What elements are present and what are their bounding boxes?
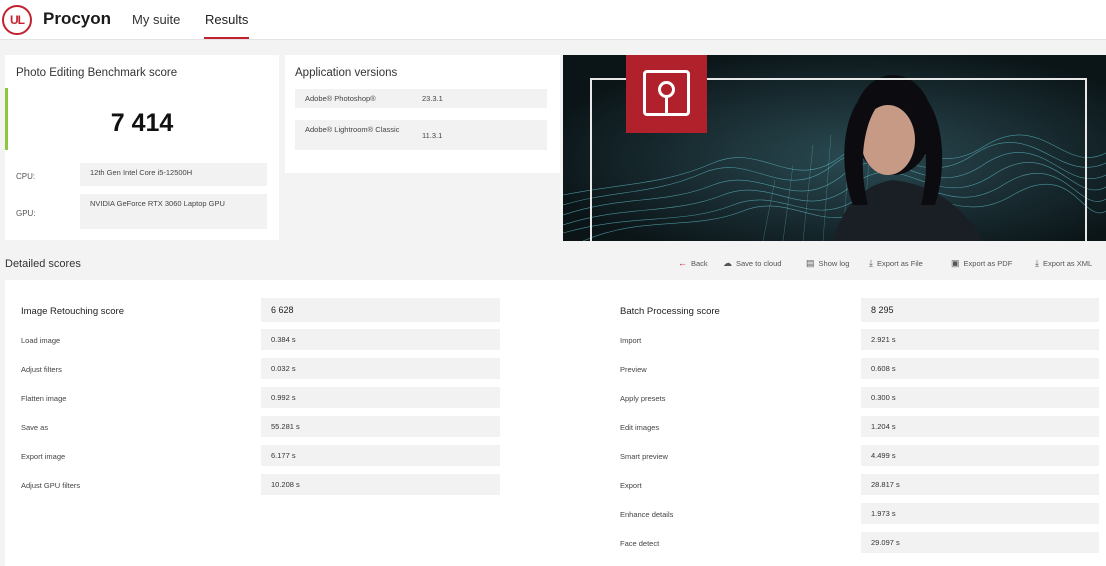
ul-logo[interactable]: UL <box>2 5 32 35</box>
gpu-value: NVIDIA GeForce RTX 3060 Laptop GPU <box>80 194 267 229</box>
detailed-scores-title: Detailed scores <box>5 258 81 270</box>
list-item-label: Flatten image <box>21 394 67 403</box>
tab-my-suite-label: My suite <box>132 12 181 27</box>
list-item-value: 1.973 s <box>861 503 1099 524</box>
benchmark-score-value: 7 414 <box>110 109 174 137</box>
photo-editing-badge-icon <box>626 55 707 133</box>
photo-editing-banner-image <box>563 55 1106 241</box>
list-item-label: Preview <box>620 365 647 374</box>
list-item-label: Save as <box>21 423 49 432</box>
app-name: Adobe® Photoshop® <box>305 94 376 103</box>
save-disk-icon: ▣ <box>951 258 960 268</box>
list-item-value: 0.032 s <box>261 358 500 379</box>
application-versions-card: Application versions Adobe® Photoshop® 2… <box>285 55 560 173</box>
app-title: Procyon <box>43 9 112 28</box>
image-retouching-score-label: Image Retouching score <box>21 306 124 317</box>
list-item-label: Export <box>620 481 642 490</box>
download-icon: ⤓ <box>869 258 873 268</box>
back-label: Back <box>691 258 708 268</box>
list-item-label: Enhance details <box>620 510 674 519</box>
back-button[interactable]: ← Back <box>678 258 708 268</box>
show-log-button[interactable]: ▤ Show log <box>806 258 849 269</box>
gpu-label: GPU: <box>16 209 36 218</box>
export-pdf-label: Export as PDF <box>963 259 1013 268</box>
app-row-photoshop: Adobe® Photoshop® 23.3.1 <box>295 89 547 108</box>
export-file-label: Export as File <box>876 259 923 268</box>
list-item-value: 0.608 s <box>861 358 1099 379</box>
list-item-value: 10.208 s <box>261 474 500 495</box>
list-item-value: 0.300 s <box>861 387 1099 408</box>
benchmark-score-card: Photo Editing Benchmark score 7 414 CPU:… <box>5 55 279 240</box>
list-item-value: 29.097 s <box>861 532 1099 553</box>
list-item-label: Apply presets <box>620 394 666 403</box>
save-to-cloud-button[interactable]: ☁ Save to cloud <box>723 258 781 269</box>
list-item-label: Load image <box>21 336 61 345</box>
list-item-label: Adjust GPU filters <box>21 481 81 490</box>
app-version: 23.3.1 <box>422 94 443 103</box>
tab-my-suite[interactable]: My suite <box>132 12 180 27</box>
list-item-value: 55.281 s <box>261 416 500 437</box>
application-versions-title: Application versions <box>295 67 398 79</box>
detailed-scores-panel: Image Retouching score 6 628 Load image … <box>5 280 1106 566</box>
show-log-label: Show log <box>818 259 850 268</box>
batch-processing-score-label: Batch Processing score <box>620 306 720 317</box>
export-file-button[interactable]: ⤓ Export as File <box>869 258 923 269</box>
active-tab-underline <box>204 37 250 39</box>
list-item-label: Adjust filters <box>21 365 62 374</box>
export-xml-label: Export as XML <box>1042 259 1093 268</box>
list-item-value: 28.817 s <box>861 474 1099 495</box>
cloud-icon: ☁ <box>723 258 732 268</box>
image-retouching-score-value: 6 628 <box>261 298 500 322</box>
batch-processing-score-value: 8 295 <box>861 298 1099 322</box>
list-item-value: 4.499 s <box>861 445 1099 466</box>
app-name: Adobe® Lightroom® Classic <box>305 125 400 134</box>
app-version: 11.3.1 <box>422 131 443 140</box>
list-item-label: Import <box>620 336 642 345</box>
save-to-cloud-label: Save to cloud <box>736 259 782 268</box>
list-item-label: Export image <box>21 452 66 461</box>
list-item-value: 1.204 s <box>861 416 1099 437</box>
tab-results[interactable]: Results <box>204 12 250 39</box>
download-icon: ⤓ <box>1035 258 1039 268</box>
top-navigation-bar: UL Procyon My suite Results <box>0 0 1106 40</box>
list-item-label: Edit images <box>620 423 660 432</box>
export-xml-button[interactable]: ⤓ Export as XML <box>1035 258 1092 269</box>
cpu-value: 12th Gen Intel Core i5-12500H <box>80 163 267 186</box>
list-item-label: Smart preview <box>620 452 668 461</box>
logo-text: UL <box>10 13 25 27</box>
app-row-lightroom: Adobe® Lightroom® Classic 11.3.1 <box>295 120 547 150</box>
list-item-value: 0.992 s <box>261 387 500 408</box>
export-pdf-button[interactable]: ▣ Export as PDF <box>951 258 1012 269</box>
document-icon: ▤ <box>806 258 815 268</box>
benchmark-score-title: Photo Editing Benchmark score <box>16 67 178 79</box>
back-arrow-icon: ← <box>678 258 687 268</box>
list-item-value: 0.384 s <box>261 329 500 350</box>
tab-results-label: Results <box>205 12 249 27</box>
cpu-label: CPU: <box>16 172 36 181</box>
list-item-value: 2.921 s <box>861 329 1099 350</box>
list-item-label: Face detect <box>620 539 660 548</box>
list-item-value: 6.177 s <box>261 445 500 466</box>
